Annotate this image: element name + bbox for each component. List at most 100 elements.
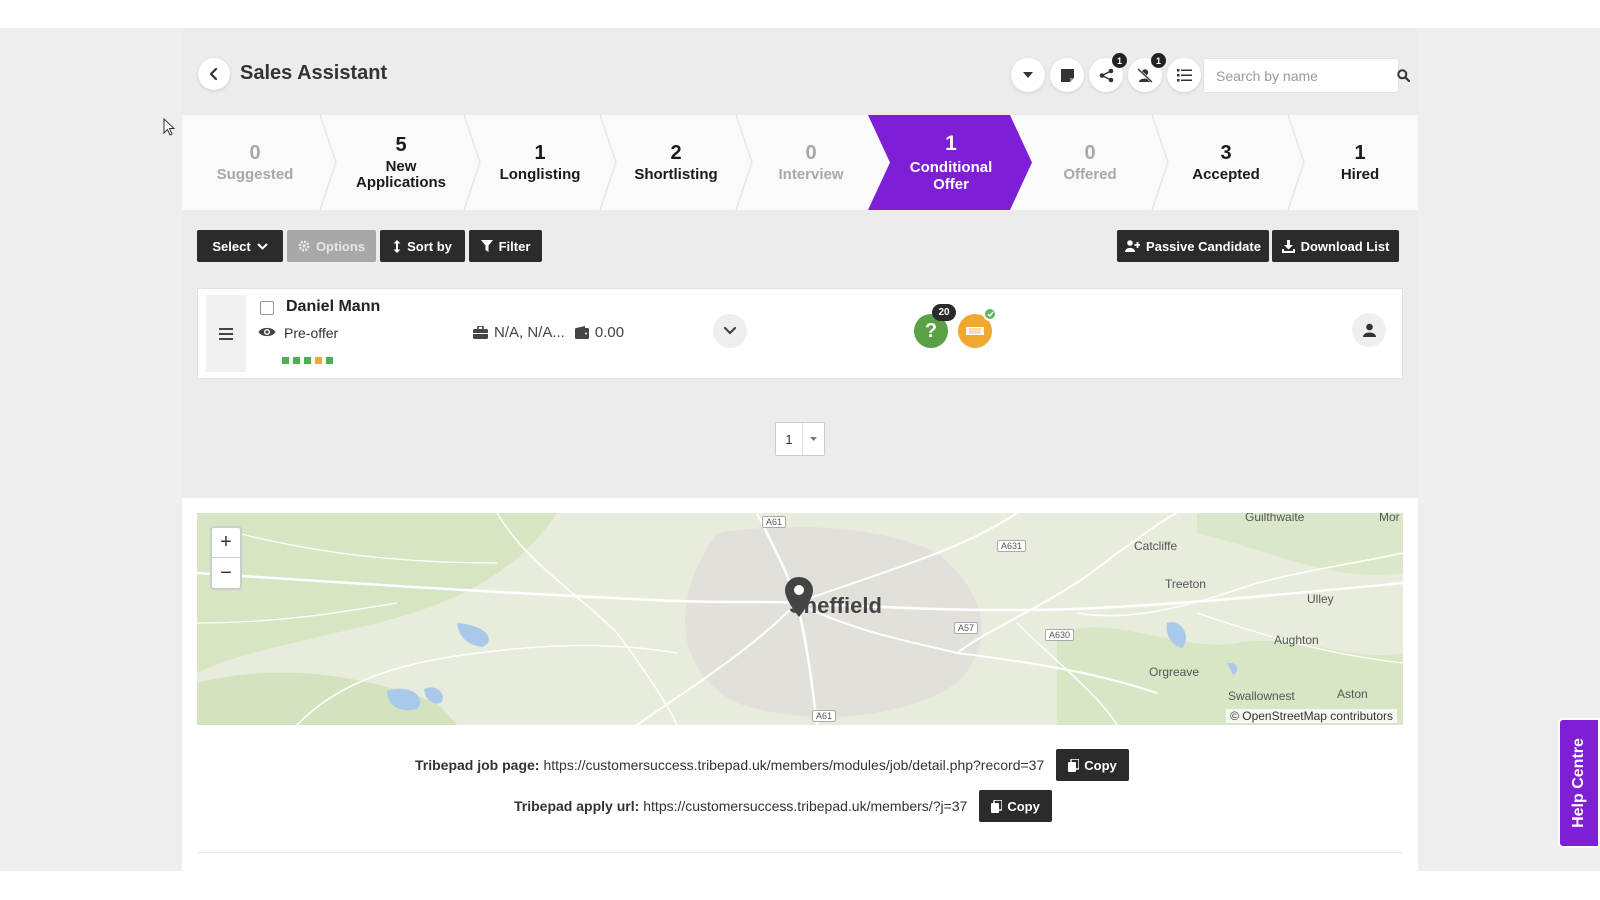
select-button[interactable]: Select: [197, 230, 283, 262]
stage-label: Hired: [1340, 166, 1380, 183]
search-box: [1203, 58, 1410, 93]
help-centre-button[interactable]: Help Centre: [1558, 718, 1600, 848]
stage-label: Longlisting: [499, 166, 581, 183]
help-centre-label: Help Centre: [1570, 738, 1588, 828]
copy-label: Copy: [1007, 798, 1040, 814]
map-pin-icon[interactable]: [785, 577, 813, 617]
list-view-button[interactable]: [1167, 58, 1201, 92]
stage-label: Conditional Offer: [909, 158, 993, 193]
check-icon: [983, 307, 997, 321]
stage-interview[interactable]: 0 Interview: [752, 115, 870, 210]
copy-job-url-button[interactable]: Copy: [1056, 749, 1129, 781]
stage-accepted[interactable]: 3 Accepted: [1166, 115, 1286, 210]
apply-url[interactable]: https://customersuccess.tribepad.uk/memb…: [643, 798, 967, 814]
candidate-location: N/A, N/A...: [494, 324, 565, 341]
divider: [197, 852, 1403, 853]
stage-shortlisting[interactable]: 2 Shortlisting: [616, 115, 736, 210]
download-list-label: Download List: [1300, 238, 1390, 254]
options-button[interactable]: Options: [287, 230, 376, 262]
filter-label: Filter: [498, 238, 531, 254]
search-input[interactable]: [1204, 59, 1397, 92]
stage-longlisting[interactable]: 1 Longlisting: [480, 115, 600, 210]
stage-count: 3: [1220, 142, 1232, 164]
zoom-in-button[interactable]: +: [212, 528, 240, 558]
score-dot: [315, 357, 322, 364]
chevron-down-icon: [256, 242, 268, 250]
expand-button[interactable]: [713, 314, 747, 348]
candidate-status: Pre-offer: [284, 325, 339, 341]
filter-icon: [480, 240, 493, 252]
stage-offered[interactable]: 0 Offered: [1030, 115, 1150, 210]
sort-label: Sort by: [407, 238, 452, 254]
map-label-place: Ulley: [1307, 592, 1334, 606]
page-select[interactable]: 1: [775, 422, 825, 456]
select-label: Select: [212, 238, 251, 254]
drag-handle[interactable]: [206, 295, 246, 372]
page-title: Sales Assistant: [240, 62, 388, 84]
stage-hired[interactable]: 1 Hired: [1302, 115, 1418, 210]
candidate-checkbox[interactable]: [260, 301, 274, 315]
filter-button[interactable]: Filter: [469, 230, 542, 262]
caret-down-icon: [1023, 72, 1033, 78]
chevron-left-icon: [209, 67, 218, 81]
score-dots: [282, 357, 333, 364]
stage-count: 0: [1084, 142, 1096, 164]
job-page-url[interactable]: https://customersuccess.tribepad.uk/memb…: [543, 757, 1044, 773]
share-icon: [1099, 68, 1113, 82]
rejected-users-button[interactable]: 1: [1128, 53, 1166, 92]
map-label-place: Catcliffe: [1134, 539, 1178, 553]
stage-suggested[interactable]: 0 Suggested: [182, 115, 328, 210]
stage-label: Accepted: [1192, 166, 1260, 183]
stage-count: 0: [249, 142, 261, 164]
chevron-down-icon: [724, 327, 736, 335]
user-profile-icon[interactable]: [1352, 313, 1386, 347]
back-button[interactable]: [198, 58, 230, 90]
user-slash-icon: [1137, 67, 1153, 83]
candidate-salary: 0.00: [594, 324, 625, 341]
options-label: Options: [315, 238, 366, 254]
stage-divider: [735, 115, 753, 210]
zoom-out-button[interactable]: −: [212, 558, 240, 588]
stage-count: 5: [395, 134, 407, 156]
notes-button[interactable]: [1050, 58, 1084, 92]
sticky-note-icon: [1060, 68, 1074, 82]
sort-button[interactable]: Sort by: [380, 230, 465, 262]
stage-count: 1: [1354, 142, 1366, 164]
share-button[interactable]: 1: [1089, 53, 1127, 92]
list-icon: [1176, 68, 1192, 81]
apply-url-row: Tribepad apply url: https://customersucc…: [514, 790, 1052, 822]
copy-label: Copy: [1084, 757, 1117, 773]
eye-icon: [258, 327, 276, 337]
map-label-place: Aughton: [1274, 633, 1319, 647]
map-label-place: Swallownest: [1228, 689, 1295, 703]
stage-conditional-offer[interactable]: 1 Conditional Offer: [876, 115, 1026, 210]
stage-label: Offered: [1063, 166, 1117, 183]
download-list-button[interactable]: Download List: [1272, 230, 1399, 262]
candidate-name[interactable]: Daniel Mann: [286, 298, 380, 316]
hamburger-icon: [219, 327, 233, 340]
mouse-cursor-icon: [163, 118, 175, 136]
map-label-place: Treeton: [1165, 577, 1206, 591]
share-badge: 1: [1112, 53, 1127, 68]
briefcase-icon: [473, 326, 488, 339]
stage-label: Interview: [778, 166, 844, 183]
map-label-place: Mor: [1379, 513, 1400, 524]
stage-label: Shortlisting: [634, 166, 718, 183]
passive-candidate-button[interactable]: Passive Candidate: [1117, 230, 1269, 262]
zoom-control: + −: [210, 526, 242, 590]
questions-badge: 20: [932, 304, 956, 321]
stage-new-applications[interactable]: 5 New Applications: [336, 115, 466, 210]
copy-apply-url-button[interactable]: Copy: [979, 790, 1052, 822]
road-label: A61: [762, 516, 787, 528]
candidate-details: N/A, N/A... 0.00: [473, 324, 624, 341]
score-dot: [282, 357, 289, 364]
map-attribution: © OpenStreetMap contributors: [1226, 709, 1397, 723]
dropdown-button[interactable]: [1011, 58, 1045, 92]
stage-divider: [599, 115, 617, 210]
rejected-badge: 1: [1151, 53, 1166, 68]
candidate-row[interactable]: Daniel Mann Pre-offer N/A, N/A... 0.00 ?…: [197, 288, 1403, 379]
gear-icon: [298, 240, 310, 252]
search-icon[interactable]: [1397, 69, 1410, 82]
score-dot: [326, 357, 333, 364]
map[interactable]: + − Sheffield Catcliffe Treeton Ulley Au…: [197, 513, 1403, 725]
